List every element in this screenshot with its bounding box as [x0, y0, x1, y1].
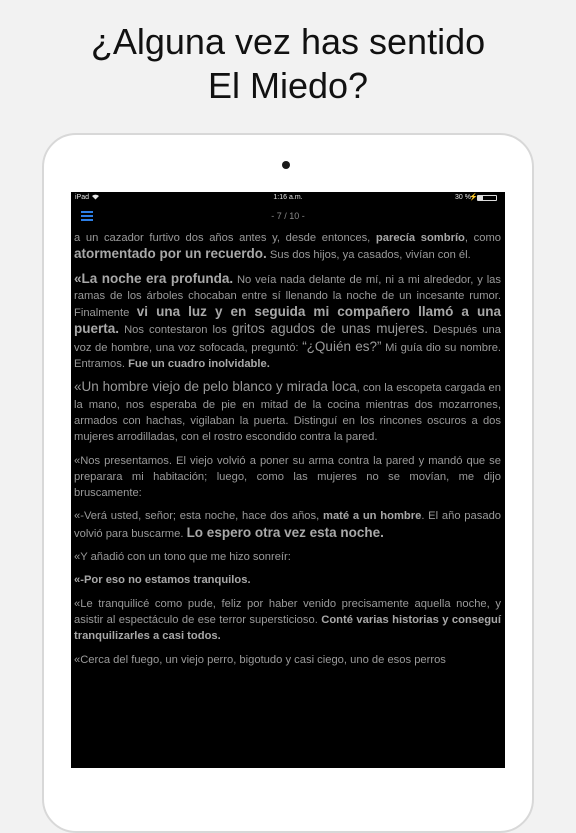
paragraph-2: «La noche era profunda. No veía nada del… — [74, 270, 502, 371]
headline-line-1: ¿Alguna vez has sentido — [90, 21, 486, 62]
page-indicator: - 7 / 10 - — [271, 211, 305, 221]
ipad-screen: iPad 1:16 a.m. 30 % ⚡ - 7 / 10 - a un ca… — [71, 192, 505, 768]
status-time: 1:16 a.m. — [273, 194, 303, 201]
paragraph-5: «-Verá usted, señor; esta noche, hace do… — [74, 510, 502, 540]
headline-line-2: El Miedo? — [207, 65, 369, 106]
paragraph-7: «-Por eso no estamos tranquilos. — [74, 574, 251, 587]
paragraph-1: a un cazador furtivo dos años antes y, d… — [74, 232, 502, 262]
battery-icon: ⚡ — [469, 194, 497, 201]
story-text[interactable]: a un cazador furtivo dos años antes y, d… — [74, 230, 501, 675]
promo-headline: ¿Alguna vez has sentido El Miedo? — [0, 20, 576, 108]
charging-icon: ⚡ — [469, 194, 478, 201]
front-camera — [282, 161, 290, 169]
battery-fill — [478, 196, 484, 200]
paragraph-9: «Cerca del fuego, un viejo perro, bigotu… — [74, 653, 446, 666]
paragraph-4: «Nos presentamos. El viejo volvió a pone… — [74, 454, 501, 500]
paragraph-8: «Le tranquilicé como pude, feliz por hab… — [74, 597, 501, 643]
reader-toolbar: - 7 / 10 - — [71, 206, 505, 226]
paragraph-6: «Y añadió con un tono que me hizo sonreí… — [74, 551, 291, 564]
paragraph-3: «Un hombre viejo de pelo blanco y mirada… — [74, 379, 501, 444]
status-bar: iPad 1:16 a.m. 30 % ⚡ — [71, 192, 505, 204]
